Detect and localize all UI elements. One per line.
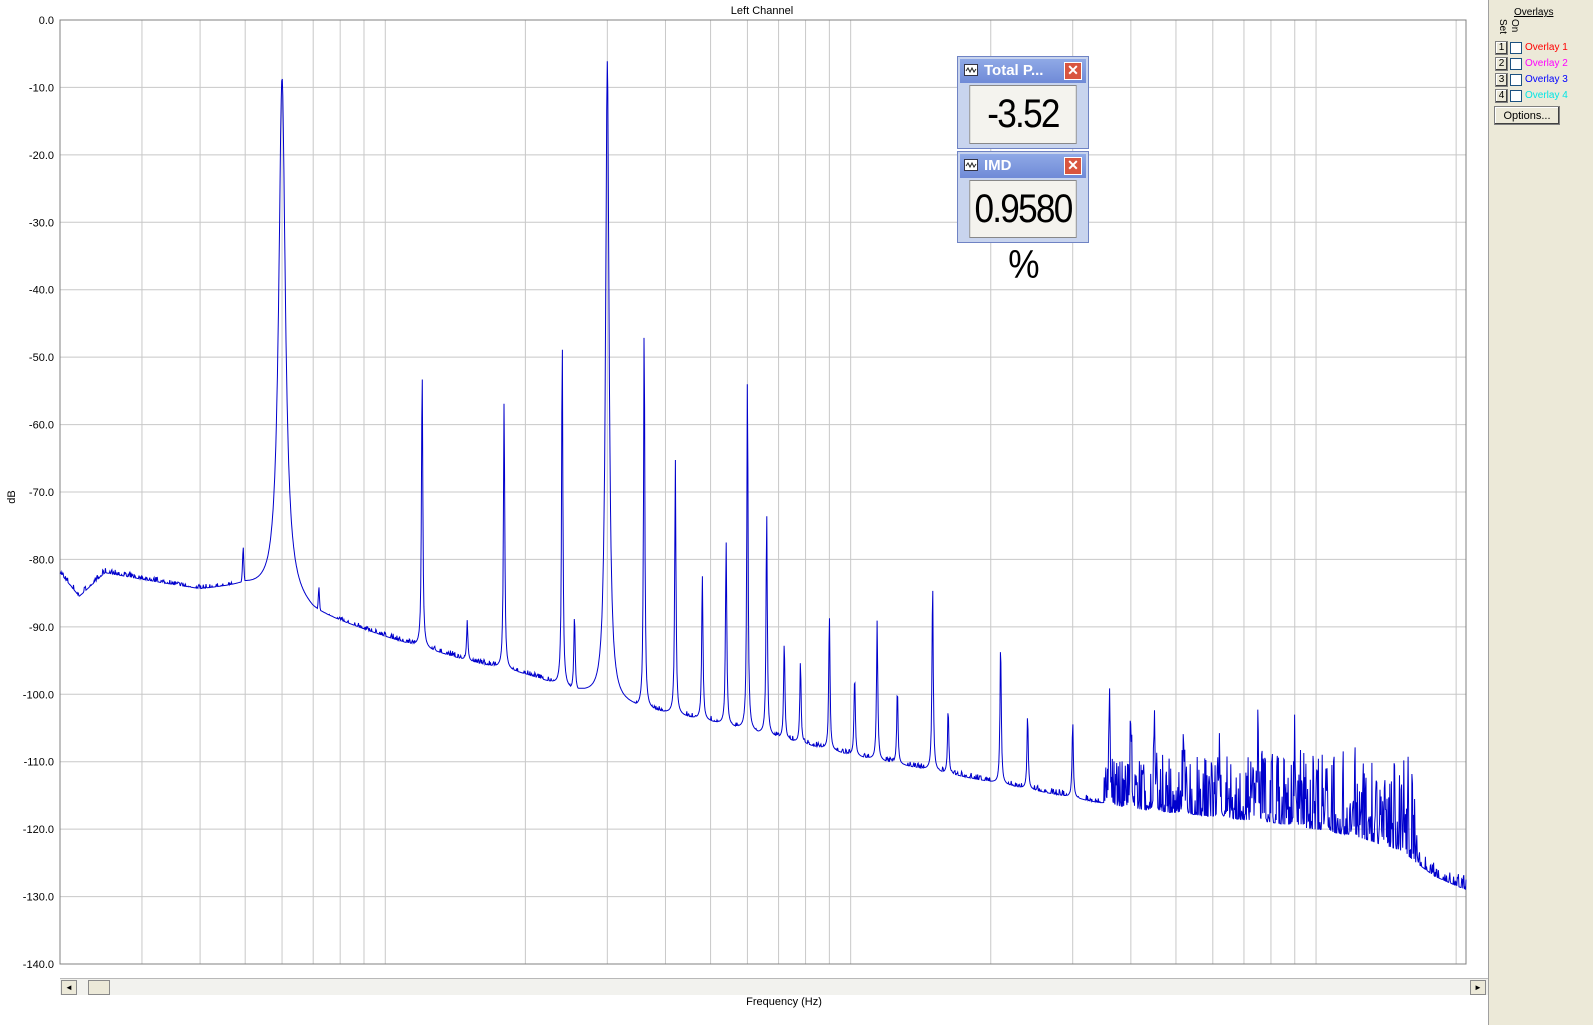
y-tick-labels: 0.0 -10.0 -20.0 -30.0 -40.0 -50.0 -60.0 -70.0 -8…	[23, 15, 54, 971]
close-icon[interactable]: ✕	[1064, 157, 1082, 175]
y-tick-label: -110.0	[24, 757, 54, 769]
meter-title: Total P...	[984, 62, 1044, 79]
y-tick-label: -10.0	[29, 82, 54, 94]
overlay-set-button[interactable]: 4	[1495, 89, 1508, 103]
horizontal-scrollbar[interactable]: ◄ ►	[60, 978, 1488, 995]
overlay-checkbox[interactable]	[1510, 42, 1522, 54]
y-tick-label: -50.0	[29, 352, 54, 364]
scroll-left-button[interactable]: ◄	[61, 980, 77, 995]
waveform-icon	[964, 64, 978, 76]
overlay-checkbox[interactable]	[1510, 74, 1522, 86]
spectrum-line	[59, 61, 1467, 890]
y-tick-label: -40.0	[29, 285, 54, 297]
meter-title: IMD	[984, 157, 1012, 174]
y-axis-label: dB	[6, 490, 18, 503]
overlay-label: Overlay 3	[1525, 74, 1568, 85]
x-axis-label: Frequency (Hz)	[746, 996, 822, 1008]
spectrum-chart: Left Channel dB Frequency (Hz) 0.0 -10.0 -…	[6, 5, 1470, 1008]
y-tick-label: -80.0	[29, 554, 54, 566]
y-tick-label: -120.0	[23, 824, 54, 836]
y-tick-label: -20.0	[29, 150, 54, 162]
overlay-row: 1 Overlay 1	[1495, 41, 1593, 55]
chart-title: Left Channel	[731, 5, 793, 17]
overlay-label: Overlay 4	[1525, 90, 1568, 101]
set-column-header: Set	[1497, 19, 1508, 35]
y-tick-label: -130.0	[23, 892, 54, 904]
overlay-label: Overlay 2	[1525, 58, 1568, 69]
y-tick-label: -70.0	[29, 487, 54, 499]
y-tick-label: -30.0	[29, 217, 54, 229]
scroll-right-button[interactable]: ►	[1470, 980, 1486, 995]
overlays-panel: Overlays Set On 1 Overlay 1 2 Overlay 2 …	[1488, 0, 1593, 1025]
meter-title-bar[interactable]: Total P... ✕	[960, 59, 1086, 83]
overlay-row: 3 Overlay 3	[1495, 73, 1593, 87]
y-tick-label: -60.0	[29, 420, 54, 432]
overlays-title[interactable]: Overlays	[1514, 7, 1553, 18]
meter-value: 0.9580 %	[969, 180, 1077, 287]
overlay-set-button[interactable]: 2	[1495, 57, 1508, 71]
y-tick-label: -100.0	[23, 689, 54, 701]
options-button[interactable]: Options...	[1494, 106, 1560, 125]
overlay-checkbox[interactable]	[1510, 58, 1522, 70]
on-column-header: On	[1509, 19, 1520, 33]
overlay-set-button[interactable]: 1	[1495, 41, 1508, 55]
close-icon[interactable]: ✕	[1064, 62, 1082, 80]
total-power-meter[interactable]: Total P... ✕ -3.52 dB	[957, 56, 1089, 192]
meter-value: -3.52 dB	[969, 85, 1077, 192]
overlay-checkbox[interactable]	[1510, 90, 1522, 102]
y-tick-label: -90.0	[29, 622, 54, 634]
imd-meter[interactable]: IMD ✕ 0.9580 %	[957, 151, 1089, 287]
scroll-thumb[interactable]	[88, 980, 110, 995]
grid	[59, 19, 1466, 965]
overlay-label: Overlay 1	[1525, 42, 1568, 53]
waveform-icon	[964, 159, 978, 171]
overlay-row: 4 Overlay 4	[1495, 89, 1593, 103]
meter-title-bar[interactable]: IMD ✕	[960, 154, 1086, 178]
overlay-row: 2 Overlay 2	[1495, 57, 1593, 71]
overlay-set-button[interactable]: 3	[1495, 73, 1508, 87]
y-tick-label: 0.0	[39, 15, 54, 27]
y-tick-label: -140.0	[23, 959, 54, 971]
